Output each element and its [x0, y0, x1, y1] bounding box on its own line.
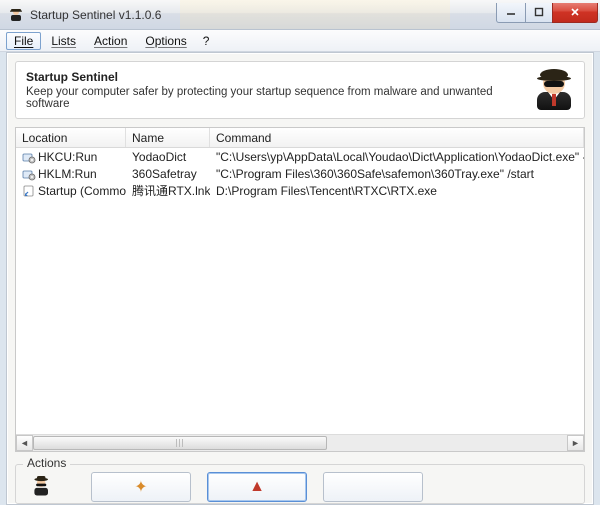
agent-icon — [534, 70, 574, 110]
action-button-3[interactable] — [323, 472, 423, 502]
title-bar: Startup Sentinel v1.1.0.6 — [0, 0, 600, 30]
app-subtitle: Keep your computer safer by protecting y… — [26, 86, 524, 110]
actions-label: Actions — [23, 456, 70, 470]
action-button-2[interactable]: ▲ — [207, 472, 307, 502]
column-location[interactable]: Location — [16, 128, 126, 147]
menu-bar: File Lists Action Options ? — [0, 30, 600, 52]
table-row[interactable]: Startup (Common) 腾讯通RTX.lnk D:\Program F… — [16, 182, 584, 199]
shortcut-icon — [22, 184, 36, 198]
column-command[interactable]: Command — [210, 128, 584, 147]
cell-location-text: HKCU:Run — [38, 150, 97, 164]
table-body: HKCU:Run YodaoDict "C:\Users\yp\AppData\… — [16, 148, 584, 434]
menu-lists[interactable]: Lists — [43, 32, 84, 50]
titlebar-decoration — [180, 0, 450, 29]
app-icon — [8, 7, 24, 23]
cell-location: HKLM:Run — [16, 166, 126, 182]
gear-icon — [22, 150, 36, 164]
app-title: Startup Sentinel — [26, 70, 524, 84]
menu-file[interactable]: File — [6, 32, 41, 50]
menu-help[interactable]: ? — [197, 32, 216, 50]
cell-name: YodaoDict — [126, 149, 210, 165]
cell-name: 腾讯通RTX.lnk — [126, 181, 210, 200]
gear-icon — [22, 167, 36, 181]
close-button[interactable] — [552, 3, 598, 23]
table-header: Location Name Command — [16, 128, 584, 148]
action-buttons: ✦ ▲ — [25, 472, 575, 502]
action-glyph-icon: ▲ — [249, 478, 265, 496]
menu-options[interactable]: Options — [137, 32, 194, 50]
swirl-icon: ✦ — [134, 477, 147, 497]
maximize-button[interactable] — [525, 3, 553, 23]
cell-location-text: Startup (Common) — [38, 184, 126, 198]
cell-name: 360Safetray — [126, 166, 210, 182]
cell-command: "C:\Program Files\360\360Safe\safemon\36… — [210, 166, 584, 182]
client-area: Startup Sentinel Keep your computer safe… — [6, 52, 594, 505]
scroll-left-button[interactable]: ◄ — [16, 435, 33, 451]
header-panel: Startup Sentinel Keep your computer safe… — [15, 61, 585, 119]
scroll-thumb[interactable] — [33, 436, 327, 450]
scroll-track[interactable] — [33, 435, 567, 451]
startup-table: Location Name Command HKCU:Run YodaoDict… — [15, 127, 585, 452]
cell-command: "C:\Users\yp\AppData\Local\Youdao\Dict\A… — [210, 149, 584, 165]
horizontal-scrollbar[interactable]: ◄ ► — [16, 434, 584, 451]
minimize-button[interactable] — [496, 3, 526, 23]
menu-action[interactable]: Action — [86, 32, 135, 50]
action-button-1[interactable]: ✦ — [91, 472, 191, 502]
column-name[interactable]: Name — [126, 128, 210, 147]
actions-group: Actions ✦ ▲ — [15, 458, 585, 504]
cell-location: Startup (Common) — [16, 183, 126, 199]
table-row[interactable]: HKCU:Run YodaoDict "C:\Users\yp\AppData\… — [16, 148, 584, 165]
cell-location: HKCU:Run — [16, 149, 126, 165]
cell-location-text: HKLM:Run — [38, 167, 97, 181]
scroll-right-button[interactable]: ► — [567, 435, 584, 451]
cell-command: D:\Program Files\Tencent\RTXC\RTX.exe — [210, 183, 584, 199]
window-controls — [497, 3, 598, 23]
table-row[interactable]: HKLM:Run 360Safetray "C:\Program Files\3… — [16, 165, 584, 182]
header-text: Startup Sentinel Keep your computer safe… — [26, 70, 524, 110]
window-title: Startup Sentinel v1.1.0.6 — [30, 8, 161, 22]
